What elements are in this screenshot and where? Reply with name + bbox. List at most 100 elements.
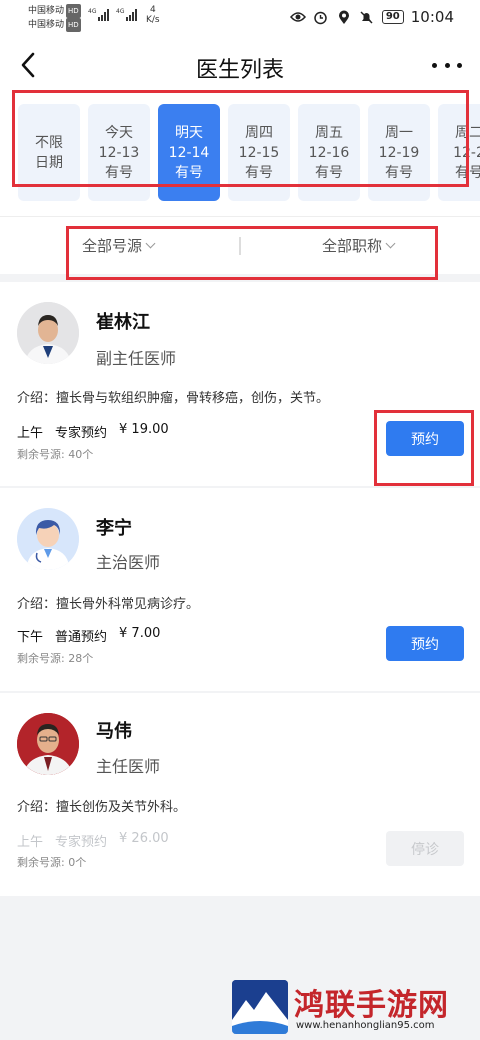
doctor-intro: 介绍：擅长骨与软组织肿瘤，骨转移癌，创伤，关节。 bbox=[17, 391, 330, 406]
doctor-card: 马伟 主任医师 介绍：擅长创伤及关节外科。 上午 专家预约 ¥ 26.00 剩余… bbox=[0, 693, 480, 896]
date-day: 12-16 bbox=[308, 144, 350, 161]
watermark-text: 鸿联手游网 bbox=[294, 988, 449, 1023]
title-filter[interactable]: 全部职称 bbox=[322, 235, 396, 256]
watermark: 鸿联手游网 www.henanhonglian95.com bbox=[232, 978, 472, 1036]
date-item-tue[interactable]: 周二 12-2 有号 bbox=[438, 104, 480, 201]
filter-bar: 全部号源 全部职称 bbox=[0, 216, 480, 274]
eye-icon bbox=[289, 9, 306, 25]
date-availability: 有号 bbox=[245, 164, 273, 181]
hd-badge: HD bbox=[66, 18, 81, 32]
date-line2: 日期 bbox=[35, 154, 63, 171]
source-filter[interactable]: 全部号源 bbox=[82, 235, 156, 256]
date-selector: 不限 日期 今天 12-13 有号 明天 12-14 有号 周四 12-15 有… bbox=[0, 96, 480, 216]
speed-value: 4 bbox=[149, 5, 156, 15]
date-day: 12-2 bbox=[453, 144, 480, 161]
dot bbox=[444, 62, 450, 68]
date-weekday: 周二 bbox=[455, 124, 480, 141]
date-availability: 有号 bbox=[385, 164, 413, 181]
date-availability: 有号 bbox=[455, 164, 480, 181]
carrier-2: 中国移动 bbox=[28, 20, 65, 30]
date-item-tomorrow[interactable]: 明天 12-14 有号 bbox=[158, 104, 220, 201]
svg-text:4G: 4G bbox=[116, 8, 125, 15]
appointment-slot: 上午 专家预约 ¥ 26.00 bbox=[17, 831, 169, 850]
book-button[interactable]: 预约 bbox=[386, 626, 464, 661]
date-weekday: 明天 bbox=[175, 124, 203, 141]
chevron-down-icon bbox=[385, 238, 396, 249]
status-bar: 中国移动 HD 中国移动 HD 4G 4G 4 K/s 90 10:04 bbox=[0, 0, 480, 36]
more-button[interactable] bbox=[432, 58, 462, 72]
date-weekday: 周四 bbox=[245, 124, 273, 141]
doctor-title: 副主任医师 bbox=[96, 349, 177, 368]
slot-period: 下午 bbox=[17, 630, 44, 645]
remaining-slots: 剩余号源: 28个 bbox=[17, 652, 94, 665]
more-dots-icon bbox=[432, 62, 437, 68]
date-line1: 不限 bbox=[35, 134, 63, 151]
slot-price: ¥ 19.00 bbox=[119, 422, 169, 437]
date-weekday: 周一 bbox=[385, 124, 413, 141]
source-filter-label: 全部号源 bbox=[82, 237, 143, 255]
slot-price: ¥ 26.00 bbox=[119, 831, 169, 846]
date-day: 12-13 bbox=[98, 144, 140, 161]
date-weekday: 周五 bbox=[315, 124, 343, 141]
watermark-logo-icon bbox=[232, 980, 288, 1034]
network-speed: 4 K/s bbox=[146, 5, 160, 25]
battery-icon: 90 bbox=[381, 10, 404, 24]
status-icons: 90 10:04 bbox=[289, 8, 454, 26]
location-icon bbox=[336, 9, 352, 25]
date-item-fri[interactable]: 周五 12-16 有号 bbox=[298, 104, 360, 201]
title-filter-label: 全部职称 bbox=[322, 237, 383, 255]
slot-type: 普通预约 bbox=[55, 630, 108, 645]
doctor-name: 崔林江 bbox=[96, 312, 150, 333]
date-item-today[interactable]: 今天 12-13 有号 bbox=[88, 104, 150, 201]
date-day: 12-19 bbox=[378, 144, 420, 161]
date-weekday: 今天 bbox=[105, 124, 133, 141]
remaining-slots: 剩余号源: 0个 bbox=[17, 856, 87, 869]
speed-unit: K/s bbox=[146, 15, 160, 25]
date-availability: 有号 bbox=[105, 164, 133, 181]
suspended-button: 停诊 bbox=[386, 831, 464, 866]
slot-type: 专家预约 bbox=[55, 835, 108, 850]
carrier-1: 中国移动 bbox=[28, 6, 65, 16]
date-availability: 有号 bbox=[175, 164, 203, 181]
slot-period: 上午 bbox=[17, 835, 44, 850]
doctor-intro: 介绍：擅长创伤及关节外科。 bbox=[17, 800, 187, 815]
signal-icon: 4G bbox=[116, 7, 140, 24]
chevron-down-icon bbox=[145, 238, 156, 249]
date-item-mon[interactable]: 周一 12-19 有号 bbox=[368, 104, 430, 201]
appointment-slot: 上午 专家预约 ¥ 19.00 bbox=[17, 422, 169, 441]
slot-type: 专家预约 bbox=[55, 426, 108, 441]
date-day: 12-15 bbox=[238, 144, 280, 161]
doctor-intro: 介绍：擅长骨外科常见病诊疗。 bbox=[17, 597, 200, 612]
doctor-card: 崔林江 副主任医师 介绍：擅长骨与软组织肿瘤，骨转移癌，创伤，关节。 上午 专家… bbox=[0, 282, 480, 486]
hd-badge: HD bbox=[66, 4, 81, 18]
avatar bbox=[17, 713, 79, 775]
remaining-slots: 剩余号源: 40个 bbox=[17, 448, 94, 461]
mute-icon bbox=[359, 9, 375, 25]
doctor-card: 李宁 主治医师 介绍：擅长骨外科常见病诊疗。 下午 普通预约 ¥ 7.00 剩余… bbox=[0, 488, 480, 691]
doctor-list-screen: 中国移动 HD 中国移动 HD 4G 4G 4 K/s 90 10:04 医生列表 bbox=[0, 0, 480, 1040]
slot-price: ¥ 7.00 bbox=[119, 626, 161, 641]
appointment-slot: 下午 普通预约 ¥ 7.00 bbox=[17, 626, 160, 645]
nav-header: 医生列表 bbox=[0, 36, 480, 96]
watermark-url: www.henanhonglian95.com bbox=[296, 1020, 435, 1031]
date-availability: 有号 bbox=[315, 164, 343, 181]
clock: 10:04 bbox=[410, 8, 454, 26]
filter-divider bbox=[239, 237, 241, 255]
page-title: 医生列表 bbox=[195, 58, 284, 83]
avatar bbox=[17, 302, 79, 364]
date-item-any[interactable]: 不限 日期 bbox=[18, 104, 80, 201]
signal-icon: 4G bbox=[88, 7, 112, 24]
slot-period: 上午 bbox=[17, 426, 44, 441]
doctor-name: 李宁 bbox=[96, 518, 132, 539]
dot bbox=[457, 62, 462, 68]
carrier-info: 中国移动 HD 中国移动 HD bbox=[28, 4, 81, 32]
alarm-icon bbox=[313, 9, 329, 25]
doctor-title: 主治医师 bbox=[96, 553, 161, 572]
book-button[interactable]: 预约 bbox=[386, 421, 464, 456]
date-day: 12-14 bbox=[168, 144, 210, 161]
date-item-thu[interactable]: 周四 12-15 有号 bbox=[228, 104, 290, 201]
doctor-title: 主任医师 bbox=[96, 757, 161, 776]
avatar bbox=[17, 508, 79, 570]
svg-text:4G: 4G bbox=[88, 8, 97, 15]
doctor-name: 马伟 bbox=[96, 721, 132, 742]
